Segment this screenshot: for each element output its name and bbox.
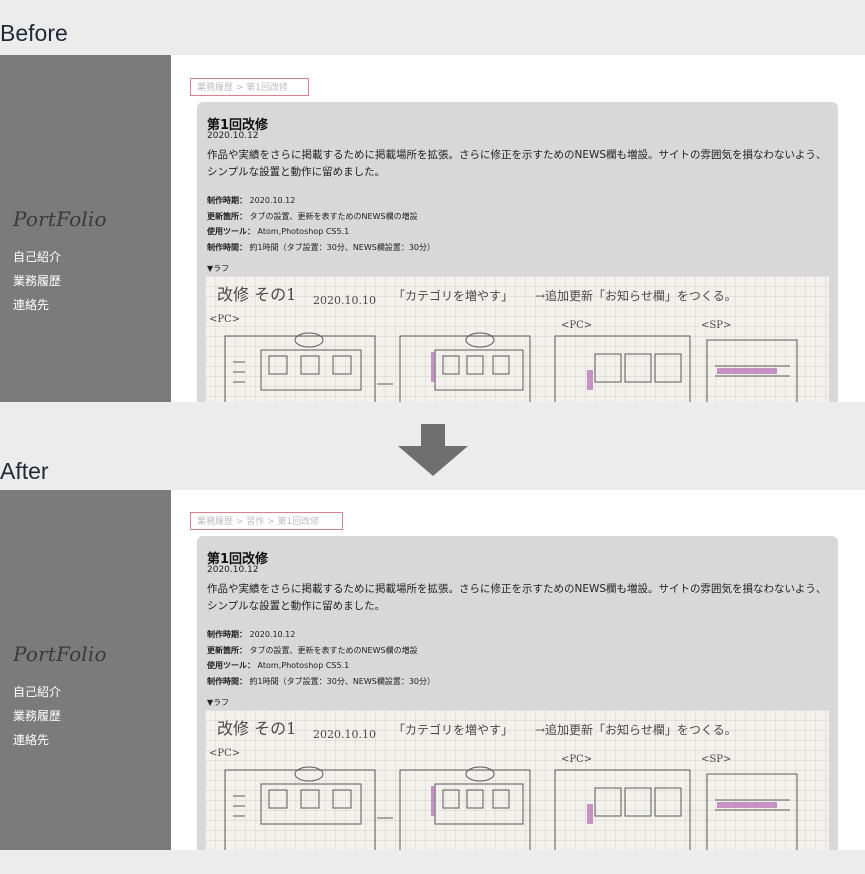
sketch-sp-label: <SP> <box>701 320 731 331</box>
article-card: 第1回改修 2020.10.12 作品や実績をさらに掲載するために掲載場所を拡張… <box>197 536 838 850</box>
meta-label: 更新箇所： <box>207 211 247 221</box>
meta-label: 更新箇所： <box>207 645 247 655</box>
sketch-pc-label: <PC> <box>561 320 592 331</box>
article-date: 2020.10.12 <box>207 131 259 141</box>
rough-label: ▼ラフ <box>207 698 230 707</box>
sketch-note-category: 「カテゴリを増やす」 <box>393 722 513 737</box>
article-meta: 制作時期： 2020.10.12 更新箇所： タブの設置、更新を表すためのNEW… <box>207 627 435 689</box>
after-heading: After <box>0 458 49 484</box>
meta-label: 使用ツール： <box>207 661 255 670</box>
meta-value: 2020.10.12 <box>249 630 296 639</box>
meta-label: 制作時期： <box>207 630 247 639</box>
sketch-pc-label: <PC> <box>209 748 240 759</box>
article-date: 2020.10.12 <box>207 565 259 575</box>
sketch-date: 2020.10.10 <box>313 728 376 741</box>
nav-item-work-history[interactable]: 業務履歴 <box>13 704 61 728</box>
meta-label: 制作時期： <box>207 196 247 205</box>
nav-item-about[interactable]: 自己紹介 <box>13 680 61 704</box>
site-logo[interactable]: PortFolio <box>13 642 107 666</box>
before-heading: Before <box>0 20 68 46</box>
meta-value: タブの設置、更新を表すためのNEWS欄の増設 <box>249 211 418 221</box>
nav-item-work-history[interactable]: 業務履歴 <box>13 269 61 293</box>
sketch-note-category: 「カテゴリを増やす」 <box>393 288 513 303</box>
meta-value: Atom,Photoshop CS5.1 <box>257 661 350 670</box>
breadcrumb[interactable]: 業務履歴 > 第1回改修 <box>190 78 309 96</box>
sketch-pc-label: <PC> <box>209 314 240 325</box>
meta-label: 使用ツール： <box>207 227 255 236</box>
sketch-title: 改修 その1 <box>217 719 296 738</box>
sidebar-nav: 自己紹介 業務履歴 連絡先 <box>13 245 61 317</box>
nav-item-contact[interactable]: 連絡先 <box>13 728 61 752</box>
sketch-note-news: →追加更新「お知らせ欄」をつくる。 <box>535 722 737 737</box>
after-screenshot: PortFolio 自己紹介 業務履歴 連絡先 業務履歴 > 習作 > 第1回改… <box>0 490 865 850</box>
sketch-date: 2020.10.10 <box>313 294 376 307</box>
sketch-sp-label: <SP> <box>701 754 731 765</box>
rough-label: ▼ラフ <box>207 264 230 273</box>
sketch-pc-label: <PC> <box>561 754 592 765</box>
sketch-title: 改修 その1 <box>217 285 296 304</box>
meta-value: 2020.10.12 <box>249 196 296 205</box>
site-logo[interactable]: PortFolio <box>13 207 107 231</box>
meta-value: 約1時間（タブ設置：30分、NEWS欄設置：30分） <box>249 242 436 252</box>
meta-value: 約1時間（タブ設置：30分、NEWS欄設置：30分） <box>249 676 436 686</box>
meta-label: 制作時間： <box>207 676 247 686</box>
rough-sketch-image: 改修 その1 2020.10.10 「カテゴリを増やす」 →追加更新「お知らせ欄… <box>205 710 829 850</box>
sketch-wireframes <box>224 766 798 850</box>
sketch-wireframes <box>224 332 798 402</box>
sidebar-nav: 自己紹介 業務履歴 連絡先 <box>13 680 61 752</box>
nav-item-contact[interactable]: 連絡先 <box>13 293 61 317</box>
sidebar: PortFolio 自己紹介 業務履歴 連絡先 <box>0 490 171 850</box>
before-screenshot: PortFolio 自己紹介 業務履歴 連絡先 業務履歴 > 第1回改修 第1回… <box>0 55 865 402</box>
rough-sketch-image: 改修 その1 2020.10.10 「カテゴリを増やす」 →追加更新「お知らせ欄… <box>205 276 829 402</box>
article-description: 作品や実績をさらに掲載するために掲載場所を拡張。さらに修正を示すためのNEWS欄… <box>207 149 827 178</box>
article-meta: 制作時期： 2020.10.12 更新箇所： タブの設置、更新を表すためのNEW… <box>207 193 435 255</box>
sketch-note-news: →追加更新「お知らせ欄」をつくる。 <box>535 288 737 303</box>
meta-value: タブの設置、更新を表すためのNEWS欄の増設 <box>249 645 418 655</box>
meta-value: Atom,Photoshop CS5.1 <box>257 227 350 236</box>
arrow-down-icon <box>398 424 468 476</box>
breadcrumb[interactable]: 業務履歴 > 習作 > 第1回改修 <box>190 512 343 530</box>
meta-label: 制作時間： <box>207 242 247 252</box>
sidebar: PortFolio 自己紹介 業務履歴 連絡先 <box>0 55 171 402</box>
article-description: 作品や実績をさらに掲載するために掲載場所を拡張。さらに修正を示すためのNEWS欄… <box>207 583 827 612</box>
article-card: 第1回改修 2020.10.12 作品や実績をさらに掲載するために掲載場所を拡張… <box>197 102 838 402</box>
nav-item-about[interactable]: 自己紹介 <box>13 245 61 269</box>
